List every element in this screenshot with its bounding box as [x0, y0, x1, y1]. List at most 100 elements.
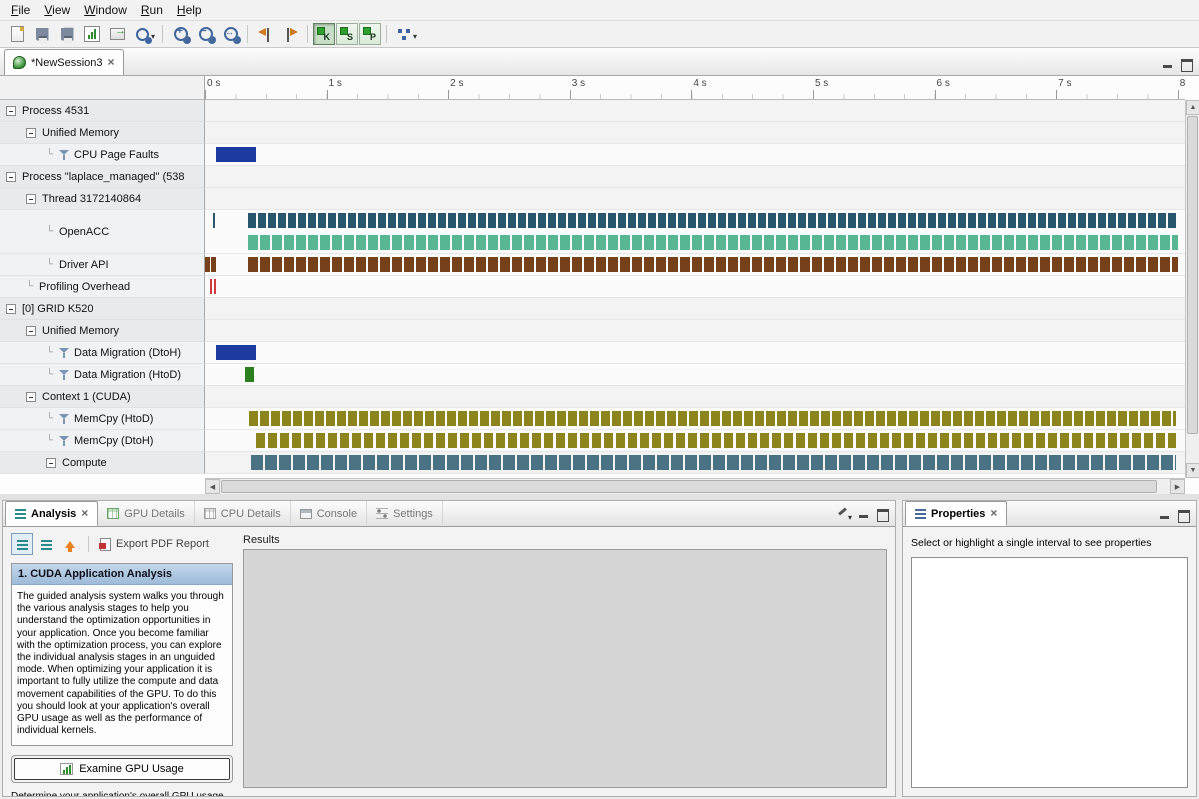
process-toggle-button[interactable]: P: [359, 23, 381, 45]
timeline-lane[interactable]: [205, 452, 1185, 474]
timeline-ruler[interactable]: 0 s1 s2 s3 s4 s5 s6 s7 s8: [205, 76, 1185, 100]
analysis-menu-button[interactable]: [392, 23, 419, 45]
scroll-left-button[interactable]: [205, 479, 220, 494]
filter-icon[interactable]: [59, 149, 70, 161]
activity-bar[interactable]: [248, 257, 1178, 272]
activity-bar[interactable]: [248, 235, 1178, 250]
activity-bar[interactable]: [205, 257, 216, 272]
session-tab[interactable]: *NewSession3: [4, 49, 124, 75]
tree-cell[interactable]: Compute: [0, 452, 205, 474]
tab-cpu-details[interactable]: CPU Details: [195, 501, 291, 526]
collapse-icon[interactable]: [26, 392, 36, 402]
collapse-icon[interactable]: [46, 458, 56, 468]
activity-bar[interactable]: [249, 411, 1177, 426]
save-all-button[interactable]: [55, 23, 79, 45]
tree-cell[interactable]: OpenACC: [0, 210, 205, 254]
menu-item-view[interactable]: View: [37, 1, 77, 19]
back-button[interactable]: [59, 533, 81, 555]
tree-cell[interactable]: MemCpy (DtoH): [0, 430, 205, 452]
timeline-lane[interactable]: [205, 144, 1185, 166]
activity-bar[interactable]: [210, 279, 212, 294]
tree-cell[interactable]: Unified Memory: [0, 320, 205, 342]
unguided-analysis-button[interactable]: [35, 533, 57, 555]
vertical-scroll-thumb[interactable]: [1187, 116, 1198, 434]
menu-item-window[interactable]: Window: [77, 1, 134, 19]
save-button[interactable]: [30, 23, 54, 45]
timeline-lane[interactable]: [205, 100, 1185, 122]
filter-icon[interactable]: [59, 347, 70, 359]
timeline-lane[interactable]: [205, 408, 1185, 430]
examine-gpu-usage-button[interactable]: Examine GPU Usage: [11, 755, 233, 783]
menu-item-help[interactable]: Help: [170, 1, 209, 19]
tree-cell[interactable]: Data Migration (HtoD): [0, 364, 205, 386]
activity-bar[interactable]: [248, 213, 1178, 228]
horizontal-scrollbar[interactable]: [205, 478, 1185, 494]
menu-item-file[interactable]: File: [4, 1, 37, 19]
timeline-lane[interactable]: [205, 166, 1185, 188]
timeline-lane[interactable]: [205, 320, 1185, 342]
tab-settings[interactable]: Settings: [367, 501, 443, 526]
tab-gpu-details[interactable]: GPU Details: [98, 501, 195, 526]
collapse-icon[interactable]: [6, 106, 16, 116]
collapse-icon[interactable]: [26, 128, 36, 138]
timeline-lane[interactable]: [205, 210, 1185, 254]
search-dropdown-button[interactable]: [130, 23, 157, 45]
vertical-scrollbar[interactable]: [1185, 100, 1199, 478]
tree-cell[interactable]: Context 1 (CUDA): [0, 386, 205, 408]
activity-bar[interactable]: [216, 147, 256, 162]
tree-cell[interactable]: [0] GRID K520: [0, 298, 205, 320]
activity-bar[interactable]: [256, 433, 1176, 448]
guided-analysis-button[interactable]: [11, 533, 33, 555]
maximize-button[interactable]: [877, 509, 887, 519]
close-icon[interactable]: [81, 507, 88, 520]
close-icon[interactable]: [990, 507, 997, 520]
timeline-chart-button[interactable]: [80, 23, 104, 45]
activity-bar[interactable]: [213, 213, 215, 228]
collapse-icon[interactable]: [26, 326, 36, 336]
timeline-lane[interactable]: [205, 430, 1185, 452]
minimize-button[interactable]: [1160, 510, 1170, 520]
zoom-in-button[interactable]: [168, 23, 192, 45]
tree-cell[interactable]: Process "laplace_managed" (538: [0, 166, 205, 188]
collapse-icon[interactable]: [6, 304, 16, 314]
filter-icon[interactable]: [59, 435, 70, 447]
tree-cell[interactable]: Profiling Overhead: [0, 276, 205, 298]
timeline-lane[interactable]: [205, 188, 1185, 210]
minimize-button[interactable]: [859, 509, 869, 519]
tab-properties[interactable]: Properties: [905, 501, 1007, 526]
filter-icon[interactable]: [59, 413, 70, 425]
tree-cell[interactable]: Thread 3172140864: [0, 188, 205, 210]
tab-analysis[interactable]: Analysis: [5, 501, 98, 526]
maximize-button[interactable]: [1178, 510, 1188, 520]
close-icon[interactable]: [108, 56, 115, 69]
collapse-icon[interactable]: [26, 194, 36, 204]
next-marker-button[interactable]: [278, 23, 302, 45]
timeline-lane[interactable]: [205, 276, 1185, 298]
maximize-button[interactable]: [1181, 59, 1191, 69]
new-file-button[interactable]: [5, 23, 29, 45]
tree-cell[interactable]: MemCpy (HtoD): [0, 408, 205, 430]
examine-gpu-usage-button-inner[interactable]: Examine GPU Usage: [14, 758, 230, 780]
activity-bar[interactable]: [245, 367, 254, 382]
menu-item-run[interactable]: Run: [134, 1, 170, 19]
tree-cell[interactable]: Driver API: [0, 254, 205, 276]
activity-bar[interactable]: [216, 345, 256, 360]
tree-cell[interactable]: Process 4531: [0, 100, 205, 122]
minimize-button[interactable]: [1163, 59, 1173, 69]
timeline-lane[interactable]: [205, 122, 1185, 144]
horizontal-scroll-thumb[interactable]: [221, 480, 1157, 493]
activity-bar[interactable]: [251, 455, 1176, 470]
zoom-fit-button[interactable]: [218, 23, 242, 45]
scroll-up-button[interactable]: [1186, 100, 1199, 115]
timeline-lane[interactable]: [205, 342, 1185, 364]
tab-console[interactable]: Console: [291, 501, 367, 526]
scroll-right-button[interactable]: [1170, 479, 1185, 494]
tree-cell[interactable]: Data Migration (DtoH): [0, 342, 205, 364]
scroll-down-button[interactable]: [1186, 463, 1199, 478]
kernel-toggle-button[interactable]: K: [313, 23, 335, 45]
tree-cell[interactable]: CPU Page Faults: [0, 144, 205, 166]
activity-bar[interactable]: [214, 279, 216, 294]
timeline-lane[interactable]: [205, 364, 1185, 386]
collapse-icon[interactable]: [6, 172, 16, 182]
timeline-lane[interactable]: [205, 254, 1185, 276]
